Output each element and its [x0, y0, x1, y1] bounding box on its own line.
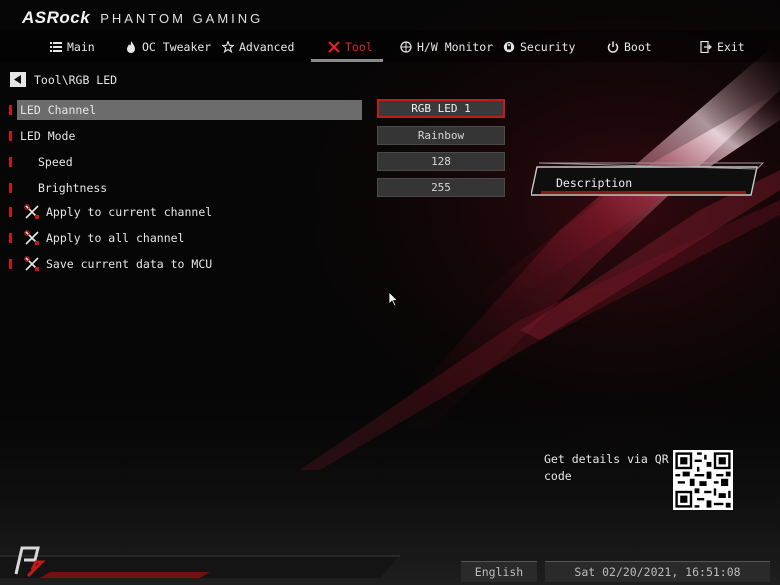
action-apply-all-channel[interactable]: Apply to all channel — [0, 228, 370, 248]
list-icon — [50, 42, 62, 52]
setting-label: Brightness — [38, 181, 108, 195]
mouse-cursor-icon — [389, 292, 399, 307]
back-button[interactable] — [10, 72, 26, 87]
datetime-display: Sat 02/20/2021, 16:51:08 — [545, 561, 770, 582]
tab-tool-label: Tool — [345, 40, 373, 54]
brand-subtitle: PHANTOM GAMING — [100, 11, 264, 26]
qr-caption: Get details via QR code — [544, 452, 669, 483]
row-marker — [9, 157, 12, 167]
led-mode-value[interactable]: Rainbow — [377, 126, 505, 145]
monitor-icon — [400, 41, 412, 53]
exit-icon — [700, 41, 712, 53]
asrock-logo: ASRock — [22, 8, 91, 27]
tab-hw-monitor-label: H/W Monitor — [417, 40, 494, 54]
action-apply-current-channel[interactable]: Apply to current channel — [0, 202, 370, 222]
description-panel: Description — [531, 161, 765, 201]
star-icon — [222, 41, 234, 53]
setting-label: LED Mode — [20, 129, 76, 143]
shield-icon — [503, 41, 515, 53]
row-marker — [9, 183, 12, 193]
action-label: Apply to current channel — [46, 205, 213, 219]
phantom-gaming-logo-icon — [14, 546, 46, 578]
tab-advanced-label: Advanced — [239, 40, 295, 54]
tab-security[interactable]: Security — [503, 34, 575, 60]
wrench-icon — [24, 204, 39, 219]
tab-oc-tweaker[interactable]: OC Tweaker — [125, 34, 211, 60]
row-marker — [9, 131, 12, 141]
row-marker — [9, 259, 12, 269]
speed-value[interactable]: 128 — [377, 152, 505, 171]
description-title: Description — [556, 176, 633, 190]
tab-main[interactable]: Main — [50, 34, 95, 60]
language-button[interactable]: English — [461, 561, 537, 582]
row-marker — [9, 233, 12, 243]
tab-oc-tweaker-label: OC Tweaker — [142, 40, 212, 54]
tab-main-label: Main — [67, 40, 95, 54]
qr-code-image — [673, 450, 733, 510]
setting-row-led-mode[interactable]: LED Mode — [0, 126, 370, 146]
setting-label: LED Channel — [20, 103, 97, 117]
tab-hw-monitor[interactable]: H/W Monitor — [400, 34, 493, 60]
setting-label: Speed — [38, 155, 73, 169]
tab-boot-label: Boot — [624, 40, 652, 54]
qr-code — [673, 450, 733, 510]
tab-exit-label: Exit — [717, 40, 745, 54]
breadcrumb-path: Tool\RGB LED — [34, 72, 118, 87]
tools-icon — [328, 41, 340, 53]
setting-row-brightness[interactable]: Brightness — [0, 178, 370, 198]
wrench-icon — [24, 256, 39, 271]
tab-advanced[interactable]: Advanced — [222, 34, 294, 60]
led-channel-value[interactable]: RGB LED 1 — [377, 99, 505, 118]
back-arrow-icon — [14, 75, 21, 84]
tab-tool[interactable]: Tool — [328, 34, 373, 60]
row-marker — [9, 105, 12, 115]
brand-header: ASRock PHANTOM GAMING — [22, 8, 263, 28]
action-save-to-mcu[interactable]: Save current data to MCU — [0, 254, 370, 274]
setting-row-speed[interactable]: Speed — [0, 152, 370, 172]
breadcrumb: Tool\RGB LED — [10, 72, 117, 87]
action-label: Apply to all channel — [46, 231, 185, 245]
power-icon — [607, 41, 619, 53]
tab-security-label: Security — [520, 40, 576, 54]
setting-row-led-channel[interactable]: LED Channel — [0, 100, 370, 120]
brightness-value[interactable]: 255 — [377, 178, 505, 197]
flame-icon — [127, 41, 135, 53]
action-label: Save current data to MCU — [46, 257, 213, 271]
wrench-icon — [24, 230, 39, 245]
tab-boot[interactable]: Boot — [607, 34, 652, 60]
top-navigation: Main OC Tweaker Advanced Tool H/W Monito… — [0, 34, 780, 62]
active-tab-indicator — [311, 59, 383, 62]
row-marker — [9, 207, 12, 217]
tab-exit[interactable]: Exit — [700, 34, 745, 60]
